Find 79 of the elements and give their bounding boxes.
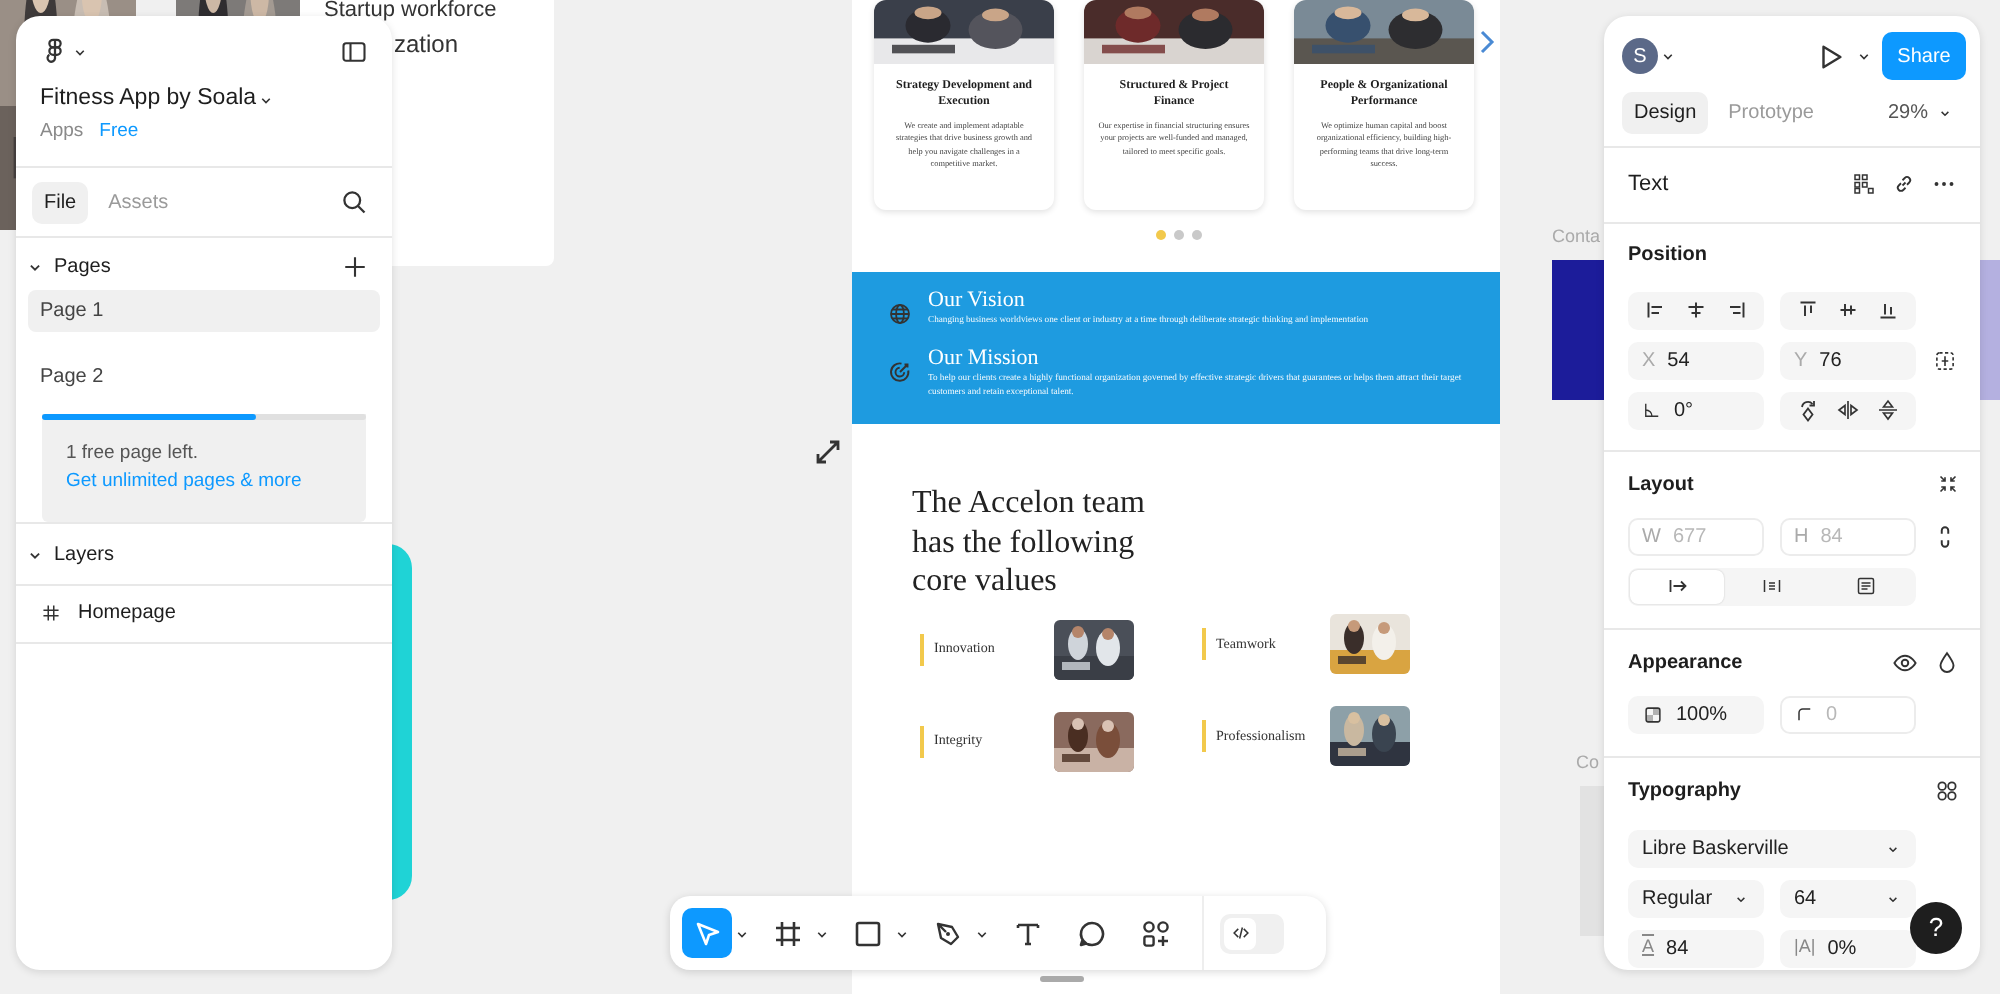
page-item[interactable]: Page 2: [28, 355, 380, 397]
section-title: Layout: [1628, 471, 1694, 499]
number-field[interactable]: |A| 0%: [1780, 929, 1916, 967]
statement-title: Our Mission: [928, 346, 1041, 371]
page-item[interactable]: Page 1: [28, 289, 380, 331]
number-field[interactable]: 100%: [1628, 695, 1764, 733]
accent-bar: [1202, 628, 1206, 660]
plus-icon[interactable]: [342, 253, 368, 279]
pen-icon: [931, 917, 963, 949]
constraints-icon[interactable]: [1932, 347, 1958, 373]
size-dropdown[interactable]: 64: [1780, 879, 1916, 917]
link-icon[interactable]: [1892, 172, 1916, 197]
file-name[interactable]: Fitness App by Soala: [40, 82, 257, 117]
styles-icon[interactable]: [1934, 777, 1960, 803]
panel-tab[interactable]: File: [32, 181, 89, 223]
font-dropdown[interactable]: Libre Baskerville: [1628, 829, 1916, 867]
rotate-icon[interactable]: [1796, 398, 1820, 422]
layer-item[interactable]: Homepage: [78, 598, 176, 628]
align-middle-icon[interactable]: [1836, 298, 1860, 322]
carousel-dot[interactable]: [1155, 230, 1165, 240]
corner-radius-icon: [1794, 704, 1814, 724]
align-center-icon[interactable]: [1684, 298, 1708, 322]
section-title: Layers: [54, 542, 115, 570]
shapes-icon: [1139, 917, 1171, 949]
globe-icon: [888, 302, 912, 327]
upgrade-message: 1 free page left.: [66, 439, 201, 467]
play-icon[interactable]: [1816, 41, 1846, 71]
auto-width-icon: [1665, 574, 1690, 598]
eye-icon[interactable]: [1892, 649, 1918, 675]
section-title: Typography: [1628, 777, 1741, 805]
avatar[interactable]: S: [1622, 38, 1658, 74]
accent-bar: [920, 633, 924, 665]
panel-tab[interactable]: Design: [1622, 92, 1709, 134]
section-heading: The Accelon team has the following core values: [912, 484, 1147, 601]
layer-type: Text: [1628, 170, 1669, 200]
align-top-icon[interactable]: [1796, 298, 1820, 322]
frame-label: Conta: [1552, 224, 1601, 250]
drop-icon[interactable]: [1934, 649, 1960, 675]
dev-mode-toggle[interactable]: [1220, 913, 1284, 953]
accent-bar: [1202, 720, 1206, 752]
sidebar-toggle-icon[interactable]: [340, 37, 368, 65]
align-left-icon[interactable]: [1644, 298, 1668, 322]
section-title: Appearance: [1628, 649, 1743, 677]
section-title: Position: [1628, 241, 1707, 269]
heading-text: Startup workforce: [324, 0, 497, 20]
flip-vertical-icon[interactable]: [1876, 398, 1900, 422]
fixed-size-icon: [1854, 574, 1879, 598]
hash-icon: [771, 917, 803, 949]
align-right-icon[interactable]: [1724, 298, 1748, 322]
frame-label: Co: [1576, 750, 1600, 776]
square-icon: [851, 917, 883, 949]
number-field[interactable]: Y 76: [1780, 341, 1916, 379]
number-field[interactable]: A 84: [1628, 929, 1764, 967]
cursor-icon: [691, 917, 723, 949]
carousel-dot[interactable]: [1173, 230, 1183, 240]
carousel-dot[interactable]: [1191, 230, 1201, 240]
weight-dropdown[interactable]: Regular: [1628, 879, 1764, 917]
collapse-icon[interactable]: [1936, 472, 1960, 496]
accent-bar: [920, 725, 924, 757]
component-icon[interactable]: [1852, 172, 1876, 197]
statement-title: Our Vision: [928, 288, 1027, 313]
zoom-level[interactable]: 29%: [1887, 98, 1928, 128]
flip-horizontal-icon[interactable]: [1836, 398, 1860, 422]
number-field[interactable]: 0°: [1628, 391, 1764, 429]
resize-cursor-icon: [812, 435, 844, 468]
code-icon: [1229, 922, 1251, 944]
target-icon: [888, 360, 912, 385]
auto-height-icon: [1759, 574, 1784, 598]
number-field[interactable]: X 54: [1628, 341, 1764, 379]
align-bottom-icon[interactable]: [1876, 298, 1900, 322]
search-icon[interactable]: [340, 188, 368, 216]
opacity-icon: [1642, 703, 1664, 725]
speech-bubble-icon: [1075, 917, 1107, 949]
angle-icon: [1642, 400, 1662, 420]
chevron-right-icon[interactable]: [1478, 30, 1496, 54]
frame-icon: [40, 602, 62, 624]
heading-text: zation: [394, 28, 459, 62]
section-title: Pages: [54, 253, 111, 281]
drag-handle[interactable]: [1040, 976, 1084, 982]
